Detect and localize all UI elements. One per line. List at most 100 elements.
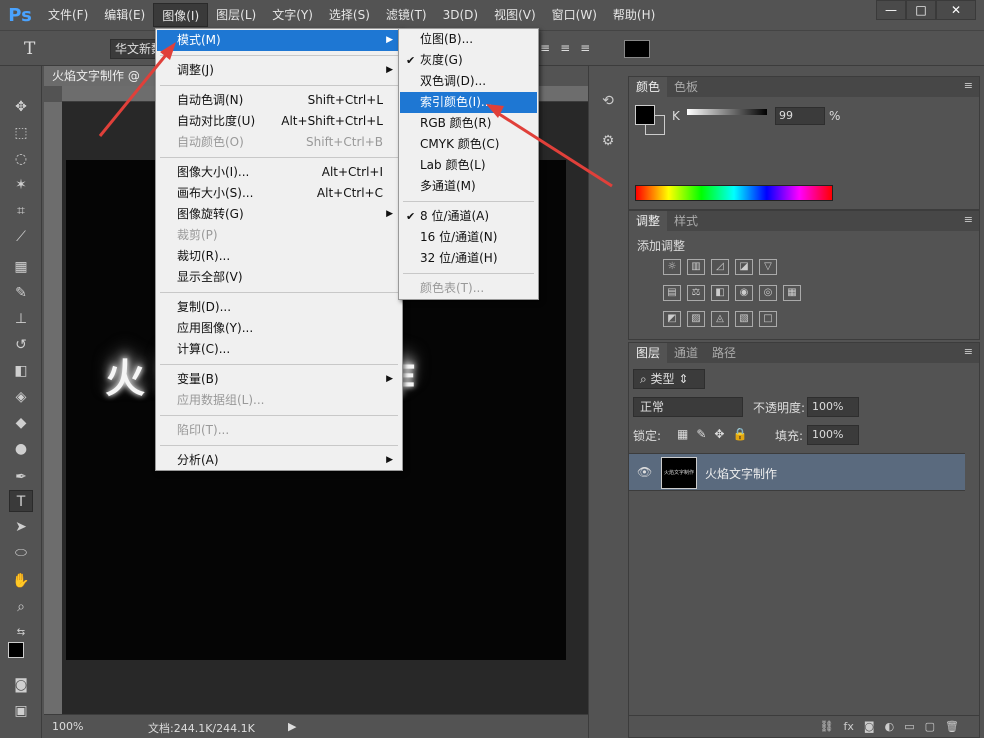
image-menu-item[interactable]: 变量(B) ▶ bbox=[157, 369, 401, 390]
crop-tool-icon[interactable]: ⌗ bbox=[9, 200, 33, 222]
mode-menu-item[interactable]: CMYK 颜色(C) bbox=[400, 134, 537, 155]
lasso-tool-icon[interactable]: ◌ bbox=[9, 148, 33, 170]
image-menu-item[interactable]: 调整(J) ▶ bbox=[157, 60, 401, 81]
quick-mask-icon[interactable]: ◙ bbox=[9, 674, 33, 696]
fx-icon[interactable]: fx bbox=[844, 720, 854, 733]
path-selection-icon[interactable]: ➤ bbox=[9, 516, 33, 538]
mode-menu-item[interactable]: ✔ 灰度(G) bbox=[400, 50, 537, 71]
panel-menu-icon[interactable]: ≡ bbox=[964, 213, 973, 226]
tab-styles[interactable]: 样式 bbox=[667, 211, 705, 231]
visibility-eye-icon[interactable]: 👁 bbox=[637, 465, 652, 479]
new-layer-icon[interactable]: ▢ bbox=[925, 720, 935, 733]
image-menu-item[interactable]: 裁切(R)... bbox=[157, 246, 401, 267]
healing-brush-icon[interactable]: ▦ bbox=[9, 256, 33, 278]
menu-3d[interactable]: 3D(D) bbox=[435, 3, 486, 27]
image-menu-item[interactable]: 应用图像(Y)... bbox=[157, 318, 401, 339]
mode-menu-item[interactable]: ✔ 8 位/通道(A) bbox=[400, 206, 537, 227]
brush-tool-icon[interactable]: ✎ bbox=[9, 282, 33, 304]
k-slider[interactable] bbox=[687, 109, 767, 115]
mode-menu-item[interactable]: Lab 颜色(L) bbox=[400, 155, 537, 176]
vibrance-icon[interactable]: ▽ bbox=[759, 259, 777, 275]
text-color-swatch[interactable] bbox=[624, 40, 650, 58]
mode-menu-item[interactable]: 32 位/通道(H) bbox=[400, 248, 537, 269]
new-adjustment-icon[interactable]: ◐ bbox=[885, 720, 895, 733]
hand-tool-icon[interactable]: ✋ bbox=[9, 570, 33, 592]
font-family-select[interactable]: 华文新魏 bbox=[110, 39, 158, 59]
image-menu-item[interactable]: 自动色调(N) Shift+Ctrl+L bbox=[157, 90, 401, 111]
image-menu-item[interactable]: 复制(D)... bbox=[157, 297, 401, 318]
threshold-icon[interactable]: ◬ bbox=[711, 311, 729, 327]
mode-menu-item[interactable]: 位图(B)... bbox=[400, 29, 537, 50]
menu-view[interactable]: 视图(V) bbox=[486, 3, 544, 27]
menu-image[interactable]: 图像(I) bbox=[153, 3, 209, 27]
fill-input[interactable]: 100% bbox=[807, 425, 859, 445]
levels-icon[interactable]: ▥ bbox=[687, 259, 705, 275]
clone-stamp-icon[interactable]: ⊥ bbox=[9, 308, 33, 330]
hue-saturation-icon[interactable]: ▤ bbox=[663, 285, 681, 301]
k-value-input[interactable]: 99 bbox=[775, 107, 825, 125]
mode-menu-item[interactable]: 索引颜色(I)... bbox=[400, 92, 537, 113]
layer-filter-select[interactable]: ⌕ 类型 ⇕ bbox=[633, 369, 705, 389]
tab-paths[interactable]: 路径 bbox=[705, 343, 743, 363]
panel-menu-icon[interactable]: ≡ bbox=[964, 79, 973, 92]
black-white-icon[interactable]: ◧ bbox=[711, 285, 729, 301]
marquee-tool-icon[interactable]: ⬚ bbox=[9, 122, 33, 144]
menu-help[interactable]: 帮助(H) bbox=[605, 3, 663, 27]
align-right-icon[interactable]: ≡ bbox=[580, 41, 590, 55]
menu-select[interactable]: 选择(S) bbox=[321, 3, 378, 27]
image-menu-item[interactable]: 图像旋转(G) ▶ bbox=[157, 204, 401, 225]
tab-color[interactable]: 颜色 bbox=[629, 77, 668, 97]
blend-mode-select[interactable]: 正常 bbox=[633, 397, 743, 417]
image-menu-item[interactable]: 分析(A) ▶ bbox=[157, 450, 401, 471]
properties-icon[interactable]: ⚙ bbox=[597, 130, 619, 152]
menu-window[interactable]: 窗口(W) bbox=[544, 3, 605, 27]
pen-tool-icon[interactable]: ✒ bbox=[9, 466, 33, 488]
opacity-input[interactable]: 100% bbox=[807, 397, 859, 417]
brightness-icon[interactable]: ☼ bbox=[663, 259, 681, 275]
mode-menu-item[interactable]: 多通道(M) bbox=[400, 176, 537, 197]
menu-edit[interactable]: 编辑(E) bbox=[96, 3, 153, 27]
image-menu-item[interactable]: 画布大小(S)... Alt+Ctrl+C bbox=[157, 183, 401, 204]
zoom-tool-icon[interactable]: ⌕ bbox=[9, 596, 33, 618]
image-menu-item[interactable]: 图像大小(I)... Alt+Ctrl+I bbox=[157, 162, 401, 183]
foreground-color-swatch[interactable] bbox=[635, 105, 655, 125]
history-icon[interactable]: ⟲ bbox=[597, 90, 619, 112]
close-button[interactable]: ✕ bbox=[936, 0, 976, 20]
history-brush-icon[interactable]: ↺ bbox=[9, 334, 33, 356]
magic-wand-icon[interactable]: ✶ bbox=[9, 174, 33, 196]
mode-menu-item[interactable]: RGB 颜色(R) bbox=[400, 113, 537, 134]
layer-name[interactable]: 火焰文字制作 bbox=[705, 465, 777, 482]
image-menu-item[interactable]: 自动对比度(U) Alt+Shift+Ctrl+L bbox=[157, 111, 401, 132]
link-layers-icon[interactable]: ⛓ bbox=[820, 720, 834, 733]
layer-row[interactable]: 👁 火焰文字制作 火焰文字制作 bbox=[629, 453, 965, 491]
exposure-icon[interactable]: ◪ bbox=[735, 259, 753, 275]
tab-channels[interactable]: 通道 bbox=[667, 343, 705, 363]
selective-color-icon[interactable]: □ bbox=[759, 311, 777, 327]
maximize-button[interactable]: □ bbox=[906, 0, 936, 20]
type-tool-icon[interactable]: T bbox=[24, 39, 35, 59]
photo-filter-icon[interactable]: ◉ bbox=[735, 285, 753, 301]
curves-icon[interactable]: ◿ bbox=[711, 259, 729, 275]
image-menu-item[interactable]: 模式(M) ▶ bbox=[157, 30, 401, 51]
blur-tool-icon[interactable]: ◆ bbox=[9, 412, 33, 434]
tab-layers[interactable]: 图层 bbox=[629, 343, 668, 363]
tab-swatches[interactable]: 色板 bbox=[667, 77, 705, 97]
mode-menu-item[interactable]: 16 位/通道(N) bbox=[400, 227, 537, 248]
eraser-icon[interactable]: ◧ bbox=[9, 360, 33, 382]
type-tool-icon[interactable]: T bbox=[9, 490, 33, 512]
foreground-color-swatch[interactable] bbox=[8, 642, 24, 658]
document-tab[interactable]: 火焰文字制作 @ bbox=[44, 66, 164, 86]
swap-colors-icon[interactable]: ⇆ bbox=[9, 622, 33, 644]
menu-layer[interactable]: 图层(L) bbox=[208, 3, 264, 27]
mode-menu-item[interactable]: 双色调(D)... bbox=[400, 71, 537, 92]
align-left-icon[interactable]: ≡ bbox=[540, 41, 550, 55]
menu-file[interactable]: 文件(F) bbox=[40, 3, 96, 27]
gradient-map-icon[interactable]: ▧ bbox=[735, 311, 753, 327]
align-center-icon[interactable]: ≡ bbox=[560, 41, 570, 55]
eyedropper-icon[interactable]: ⟋ bbox=[9, 226, 33, 248]
image-menu-item[interactable]: 计算(C)... bbox=[157, 339, 401, 360]
menu-type[interactable]: 文字(Y) bbox=[264, 3, 321, 27]
color-spectrum[interactable] bbox=[635, 185, 833, 201]
invert-icon[interactable]: ◩ bbox=[663, 311, 681, 327]
move-tool-icon[interactable]: ✥ bbox=[9, 96, 33, 118]
